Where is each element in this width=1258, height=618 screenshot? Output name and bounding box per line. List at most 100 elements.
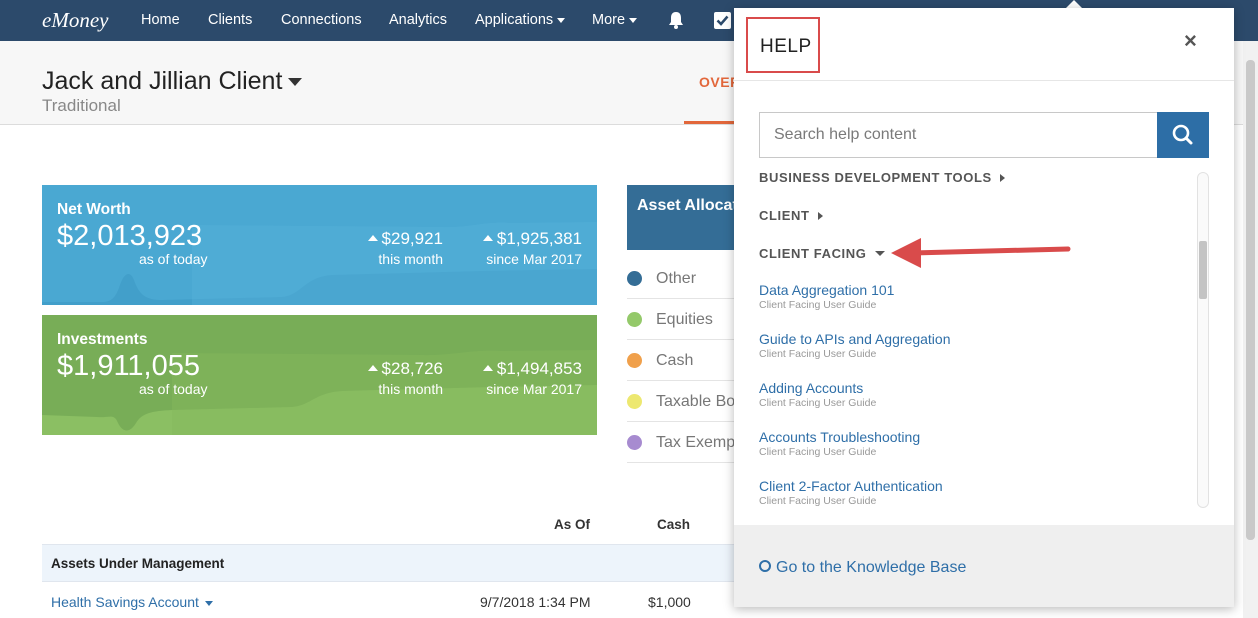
legend-dot [627,435,642,450]
arrow-up-icon [482,234,493,241]
help-article[interactable]: Client 2-Factor Authentication Client Fa… [759,478,943,507]
allocation-item[interactable]: Tax Exempt [627,422,737,463]
category-label: CLIENT [759,208,810,223]
nav-connections[interactable]: Connections [281,12,362,28]
category-client-facing[interactable]: CLIENT FACING [759,246,886,261]
help-search-button[interactable] [1157,112,1209,158]
net-worth-month-change: $29,921 [363,229,443,249]
close-icon[interactable]: × [1184,28,1197,54]
account-as-of: 9/7/2018 1:34 PM [480,594,591,610]
allocation-label: Other [656,270,697,287]
allocation-item[interactable]: Equities [627,299,737,340]
nav-analytics[interactable]: Analytics [389,12,447,28]
net-worth-month-label: this month [378,251,443,267]
category-client[interactable]: CLIENT [759,208,823,223]
article-subtitle: Client Facing User Guide [759,348,877,360]
article-title: Accounts Troubleshooting [759,429,921,445]
chevron-down-icon [557,17,566,23]
account-link-health-savings[interactable]: Health Savings Account [51,594,213,610]
nav-clients[interactable]: Clients [208,12,252,28]
investments-value: $1,911,055 [57,350,200,382]
investments-since-change: $1,494,853 [462,359,582,379]
client-name-dropdown[interactable]: Jack and Jillian Client [42,67,303,96]
legend-dot [627,271,642,286]
article-subtitle: Client Facing User Guide [759,446,877,458]
help-title: HELP [746,17,820,73]
column-header-cash[interactable]: Cash [657,517,690,532]
net-worth-since-label: since Mar 2017 [486,251,582,267]
article-subtitle: Client Facing User Guide [759,299,877,311]
caret-down-icon [875,251,886,257]
help-topic-list: BUSINESS DEVELOPMENT TOOLS CLIENT CLIENT… [734,168,1234,508]
investments-card[interactable]: Investments $1,911,055 as of today $28,7… [42,315,597,435]
article-subtitle: Client Facing User Guide [759,397,877,409]
arrow-up-icon [367,364,378,371]
category-label: CLIENT FACING [759,246,867,261]
help-list-scrollbar[interactable] [1197,172,1209,508]
help-popover-notch [1066,0,1082,8]
legend-dot [627,394,642,409]
nav-home[interactable]: Home [141,12,180,28]
help-article[interactable]: Accounts Troubleshooting Client Facing U… [759,429,920,458]
allocation-item[interactable]: Other [627,258,737,299]
caret-right-icon [817,211,823,220]
account-cash: $1,000 [648,594,691,610]
net-worth-value: $2,013,923 [57,220,203,252]
allocation-label: Tax Exempt [656,434,737,451]
help-header: HELP × [734,8,1234,81]
allocation-item[interactable]: Cash [627,340,737,381]
nav-applications[interactable]: Applications [475,12,566,28]
investments-as-of: as of today [139,381,208,397]
knowledge-base-link[interactable]: Go to the Knowledge Base [759,559,966,577]
chevron-down-icon [629,17,638,23]
net-worth-since-value: $1,925,381 [496,229,582,248]
help-footer: Go to the Knowledge Base [734,525,1234,607]
article-subtitle: Client Facing User Guide [759,495,877,507]
allocation-label: Equities [656,311,713,328]
nav-applications-label: Applications [475,12,554,28]
compass-icon [759,559,771,572]
chevron-down-icon [204,600,213,606]
column-header-as-of[interactable]: As Of [554,517,590,532]
legend-dot [627,312,642,327]
bell-icon[interactable] [666,10,686,30]
asset-allocation-header[interactable]: Asset Allocation [627,185,737,250]
net-worth-as-of: as of today [139,251,208,267]
article-title: Data Aggregation 101 [759,282,895,298]
net-worth-since-change: $1,925,381 [462,229,582,249]
help-article[interactable]: Adding Accounts Client Facing User Guide [759,380,876,409]
allocation-item[interactable]: Taxable Bonds [627,381,737,422]
tasks-check-icon[interactable] [714,12,731,29]
arrow-up-icon [482,364,493,371]
assets-under-management-row: Assets Under Management [42,544,742,582]
investments-month-label: this month [378,381,443,397]
article-title: Adding Accounts [759,380,864,396]
client-name: Jack and Jillian Client [42,67,283,95]
investments-month-change: $28,726 [363,359,443,379]
category-label: BUSINESS DEVELOPMENT TOOLS [759,170,992,185]
page-scrollbar-thumb[interactable] [1246,60,1255,540]
net-worth-title: Net Worth [57,201,131,218]
help-search-input[interactable] [759,112,1157,158]
allocation-label: Cash [656,352,694,369]
client-plan-type: Traditional [42,96,121,115]
article-title: Client 2-Factor Authentication [759,478,943,494]
help-list-scrollbar-thumb[interactable] [1199,241,1207,299]
legend-dot [627,353,642,368]
search-icon [1172,124,1193,145]
investments-since-label: since Mar 2017 [486,381,582,397]
investments-month-value: $28,726 [381,359,443,378]
net-worth-card[interactable]: Net Worth $2,013,923 as of today $29,921… [42,185,597,305]
nav-more[interactable]: More [592,12,638,28]
chevron-down-icon [288,78,303,87]
caret-right-icon [999,173,1005,182]
help-article[interactable]: Guide to APIs and Aggregation Client Fac… [759,331,950,360]
nav-more-label: More [592,12,626,28]
help-article[interactable]: Data Aggregation 101 Client Facing User … [759,282,894,311]
net-worth-month-value: $29,921 [381,229,443,248]
category-business-development-tools[interactable]: BUSINESS DEVELOPMENT TOOLS [759,170,1005,185]
allocation-label: Taxable Bonds [656,393,737,410]
arrow-up-icon [367,234,378,241]
knowledge-base-label: Go to the Knowledge Base [776,559,967,576]
emoney-logo[interactable]: eMoney [42,8,108,33]
